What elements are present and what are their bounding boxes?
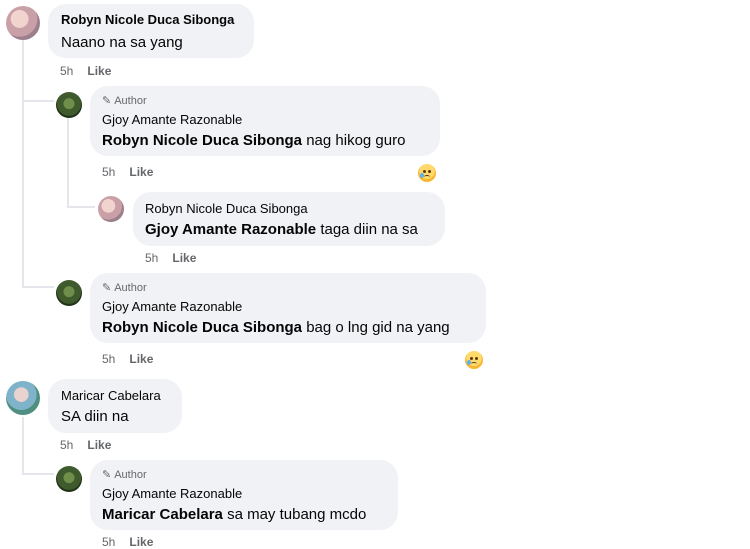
comment-meta: 5h Like <box>102 535 153 549</box>
mention-link[interactable]: Gjoy Amante Razonable <box>145 221 316 238</box>
thread-line <box>22 417 24 473</box>
comment-time[interactable]: 5h <box>102 352 115 366</box>
sad-reaction-icon[interactable] <box>465 351 483 369</box>
comment-meta: 5h Like <box>102 352 153 366</box>
author-badge: ✎ Author <box>102 468 147 482</box>
thread-curve <box>67 206 95 208</box>
sad-reaction-icon[interactable] <box>418 164 436 182</box>
avatar[interactable] <box>56 466 82 492</box>
comment-text: Gjoy Amante Razonable taga diin na sa <box>145 221 418 238</box>
comment-meta: 5h Like <box>60 64 111 78</box>
thread-line <box>22 40 24 286</box>
commenter-name[interactable]: Maricar Cabelara <box>61 388 161 403</box>
comment-text: Naano na sa yang <box>61 34 183 51</box>
comment-time[interactable]: 5h <box>60 64 73 78</box>
like-button[interactable]: Like <box>172 251 196 265</box>
pencil-icon: ✎ <box>102 282 112 294</box>
mention-link[interactable]: Robyn Nicole Duca Sibonga <box>102 132 302 149</box>
comment-text: Robyn Nicole Duca Sibonga nag hikog guro <box>102 132 406 149</box>
comment-text: SA diin na <box>61 408 129 425</box>
author-badge: ✎ Author <box>102 281 147 295</box>
commenter-name[interactable]: Gjoy Amante Razonable <box>102 112 242 127</box>
comment-text: Maricar Cabelara sa may tubang mcdo <box>102 506 367 523</box>
avatar[interactable] <box>6 381 40 415</box>
comment-meta: 5h Like <box>145 251 196 265</box>
commenter-name[interactable]: Robyn Nicole Duca Sibonga <box>145 201 308 216</box>
author-badge: ✎ Author <box>102 94 147 108</box>
comment-text: Robyn Nicole Duca Sibonga bag o lng gid … <box>102 319 450 336</box>
commenter-name[interactable]: Robyn Nicole Duca Sibonga <box>61 12 234 27</box>
comment-time[interactable]: 5h <box>60 438 73 452</box>
like-button[interactable]: Like <box>129 535 153 549</box>
mention-link[interactable]: Robyn Nicole Duca Sibonga <box>102 319 302 336</box>
mention-link[interactable]: Maricar Cabelara <box>102 506 223 523</box>
avatar[interactable] <box>56 280 82 306</box>
commenter-name[interactable]: Gjoy Amante Razonable <box>102 486 242 501</box>
comment-meta: 5h Like <box>102 165 153 179</box>
comment-time[interactable]: 5h <box>145 251 158 265</box>
like-button[interactable]: Like <box>87 64 111 78</box>
thread-curve <box>22 286 54 288</box>
avatar[interactable] <box>56 92 82 118</box>
like-button[interactable]: Like <box>129 165 153 179</box>
pencil-icon: ✎ <box>102 95 112 107</box>
thread-line <box>67 118 69 206</box>
like-button[interactable]: Like <box>129 352 153 366</box>
avatar[interactable] <box>6 6 40 40</box>
thread-curve <box>22 100 54 102</box>
avatar[interactable] <box>98 196 124 222</box>
pencil-icon: ✎ <box>102 469 112 481</box>
thread-curve <box>22 473 54 475</box>
comment-meta: 5h Like <box>60 438 111 452</box>
comment-time[interactable]: 5h <box>102 165 115 179</box>
commenter-name[interactable]: Gjoy Amante Razonable <box>102 299 242 314</box>
like-button[interactable]: Like <box>87 438 111 452</box>
comment-time[interactable]: 5h <box>102 535 115 549</box>
